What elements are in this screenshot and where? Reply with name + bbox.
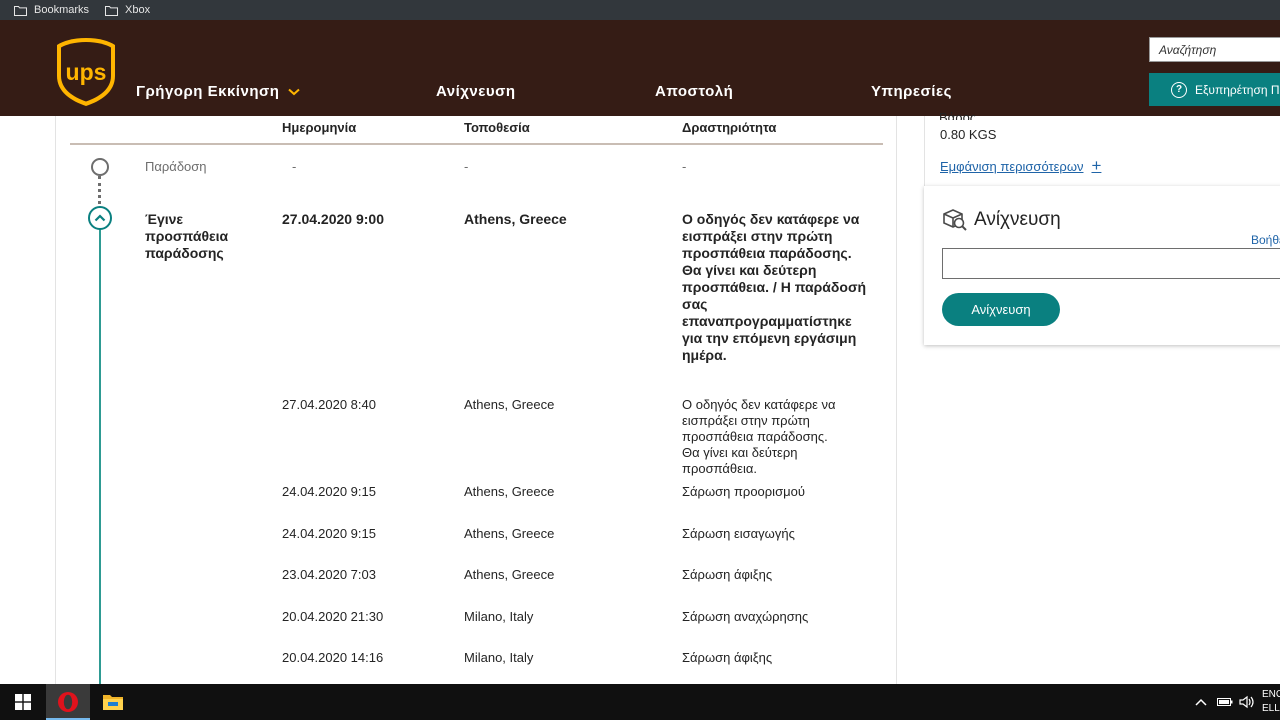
row-date: 20.04.2020 21:30	[282, 609, 384, 624]
help-circle-icon: ?	[1171, 81, 1187, 98]
row-location: Athens, Greece	[464, 526, 555, 541]
windows-logo-icon	[14, 694, 31, 710]
row-location: Athens, Greece	[464, 567, 555, 582]
nav-shipping[interactable]: Αποστολή	[655, 83, 733, 100]
track-button[interactable]: Ανίχνευση	[942, 293, 1060, 326]
nav-label: Υπηρεσίες	[871, 83, 952, 100]
opera-icon	[58, 692, 78, 712]
system-tray	[1195, 684, 1255, 720]
timeline-dots	[98, 176, 102, 204]
tracking-history-panel: Ημερομηνία Τοποθεσία Δραστηριότητα Παράδ…	[55, 116, 897, 684]
battery-icon[interactable]	[1217, 697, 1233, 707]
file-explorer-icon	[103, 695, 123, 710]
row-activity: Σάρωση άφιξης	[682, 567, 773, 582]
folder-icon	[14, 5, 27, 16]
taskbar-app-opera[interactable]	[46, 684, 90, 720]
nav-label: Αποστολή	[655, 83, 734, 100]
row-activity: Σάρωση προορισμού	[682, 484, 805, 499]
row-date: 20.04.2020 14:16	[282, 650, 384, 665]
nav-tracking[interactable]: Ανίχνευση	[436, 83, 516, 100]
customer-service-label: Εξυπηρέτηση Πελατών	[1195, 82, 1280, 97]
row-date: 24.04.2020 9:15	[282, 484, 376, 499]
track-card-title: Ανίχνευση	[942, 208, 1061, 232]
row-activity: Σάρωση άφιξης	[682, 650, 773, 665]
site-search-input[interactable]: Αναζήτηση	[1149, 37, 1280, 62]
bookmark-label: Xbox	[125, 4, 151, 16]
show-more-link[interactable]: Εμφάνιση περισσότερων +	[940, 156, 1101, 176]
folder-icon	[105, 5, 119, 16]
current-status: Έγινε προσπάθεια παράδοσης	[145, 211, 229, 261]
taskbar: ENG ELL	[0, 684, 1280, 720]
nav-label: Ανίχνευση	[436, 83, 516, 100]
lang-line-1: ENG	[1262, 689, 1280, 700]
plus-icon: +	[1091, 156, 1102, 175]
track-package-card: Ανίχνευση Βοήθεια Ανίχνευση	[924, 186, 1280, 345]
weight-value: 0.80 KGS	[940, 127, 997, 142]
current-date: 27.04.2020 9:00	[282, 211, 384, 227]
bookmark-folder-bookmarks[interactable]: Bookmarks	[14, 4, 89, 16]
row-date: 24.04.2020 9:15	[282, 526, 376, 541]
row-location: Athens, Greece	[464, 484, 555, 499]
customer-service-button[interactable]: ? Εξυπηρέτηση Πελατών	[1149, 73, 1280, 106]
pending-milestone-icon	[91, 158, 109, 176]
bookmark-label: Bookmarks	[34, 4, 90, 16]
header-divider	[70, 143, 883, 145]
chevron-down-icon	[288, 88, 301, 95]
current-location: Athens, Greece	[464, 211, 567, 227]
taskbar-app-explorer[interactable]	[91, 684, 135, 720]
show-more-label: Εμφάνιση περισσότερων	[940, 158, 1084, 174]
nav-services[interactable]: Υπηρεσίες	[871, 83, 952, 100]
row-activity: Σάρωση εισαγωγής	[682, 526, 795, 541]
column-header-location: Τοποθεσία	[464, 120, 530, 135]
column-header-activity: Δραστηριότητα	[682, 120, 777, 135]
nav-quick-start[interactable]: Γρήγορη Εκκίνηση	[136, 83, 301, 100]
row-location: Athens, Greece	[464, 397, 555, 412]
nav-label: Γρήγορη Εκκίνηση	[136, 83, 280, 100]
package-search-icon	[943, 209, 967, 231]
row-activity: Σάρωση αναχώρησης	[682, 609, 809, 624]
package-info-panel: Βάρος 0.80 KGS Εμφάνιση περισσότερων +	[924, 110, 1280, 186]
row-date: 23.04.2020 7:03	[282, 567, 376, 582]
bookmark-folder-xbox[interactable]: Xbox	[105, 4, 150, 16]
ups-logo[interactable]: ups	[55, 36, 117, 108]
volume-icon[interactable]	[1239, 695, 1255, 709]
start-button[interactable]	[0, 684, 45, 720]
pending-activity: -	[682, 159, 687, 174]
row-location: Milano, Italy	[464, 650, 534, 665]
help-link[interactable]: Βοήθεια	[1251, 233, 1280, 247]
pending-status: Παράδοση	[145, 159, 207, 174]
collapse-toggle-button[interactable]	[88, 206, 112, 230]
svg-text:ups: ups	[66, 59, 107, 85]
row-activity: Ο οδηγός δεν κατάφερε να εισπράξει στην …	[682, 397, 836, 476]
input-language-indicator[interactable]: ENG ELL	[1262, 688, 1280, 716]
lang-line-2: ELL	[1262, 703, 1280, 714]
tracking-number-input[interactable]	[942, 248, 1280, 279]
chevron-up-icon[interactable]	[1195, 698, 1207, 706]
track-card-title-text: Ανίχνευση	[974, 209, 1061, 230]
current-activity: Ο οδηγός δεν κατάφερε να εισπράξει στην …	[682, 211, 867, 363]
site-header: ups Γρήγορη Εκκίνηση Ανίχνευση Αποστολή …	[0, 20, 1280, 116]
weight-label: Βάρος	[939, 110, 977, 120]
row-location: Milano, Italy	[464, 609, 534, 624]
column-header-date: Ημερομηνία	[282, 120, 357, 135]
pending-date: -	[292, 159, 297, 174]
timeline-line	[99, 228, 101, 684]
pending-location: -	[464, 159, 469, 174]
row-date: 27.04.2020 8:40	[282, 397, 376, 412]
bookmarks-bar: Bookmarks Xbox	[0, 0, 1280, 20]
chevron-up-icon	[94, 214, 106, 222]
